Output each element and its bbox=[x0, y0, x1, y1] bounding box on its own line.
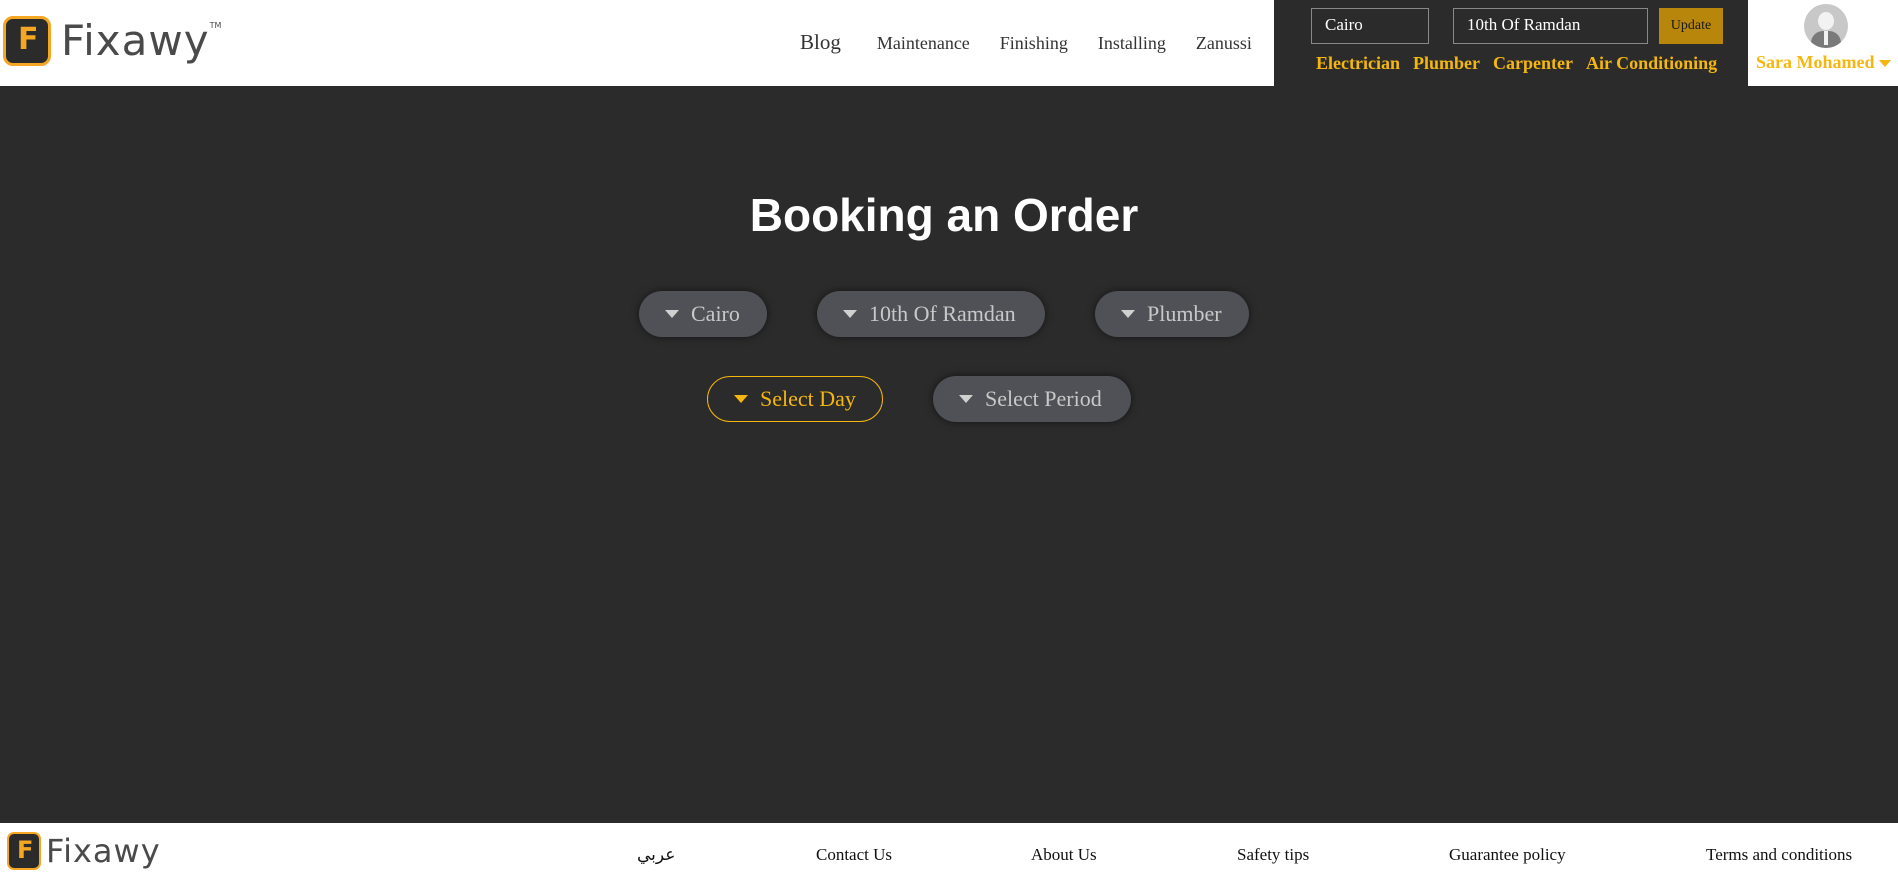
city-dropdown[interactable]: Cairo bbox=[639, 291, 767, 337]
nav-blog[interactable]: Blog bbox=[800, 30, 841, 55]
service-categories: Electrician Plumber Carpenter Air Condit… bbox=[1316, 53, 1730, 74]
footer-link-arabic[interactable]: عربي bbox=[637, 845, 675, 865]
update-button[interactable]: Update bbox=[1659, 8, 1723, 44]
footer-link-about[interactable]: About Us bbox=[1031, 845, 1097, 865]
nav-maintenance[interactable]: Maintenance bbox=[877, 33, 970, 54]
logo-icon: F bbox=[3, 16, 51, 66]
caret-down-icon bbox=[843, 310, 857, 318]
user-name-dropdown[interactable]: Sara Mohamed bbox=[1756, 52, 1891, 73]
area-dropdown[interactable]: 10th Of Ramdan bbox=[817, 291, 1045, 337]
brand-logo[interactable]: F Fixawy TM bbox=[3, 16, 221, 66]
footer-link-guarantee[interactable]: Guarantee policy bbox=[1449, 845, 1566, 865]
brand-name: Fixawy bbox=[61, 16, 210, 65]
nav-installing[interactable]: Installing bbox=[1098, 33, 1166, 54]
site-footer: F Fixawy عربي Contact Us About Us Safety… bbox=[0, 823, 1898, 882]
area-dropdown-label: 10th Of Ramdan bbox=[869, 301, 1016, 326]
footer-link-contact[interactable]: Contact Us bbox=[816, 845, 892, 865]
user-name: Sara Mohamed bbox=[1756, 52, 1875, 72]
footer-link-safety[interactable]: Safety tips bbox=[1237, 845, 1309, 865]
logo-icon: F bbox=[7, 832, 41, 870]
avatar[interactable] bbox=[1804, 4, 1848, 48]
caret-down-icon bbox=[1121, 310, 1135, 318]
category-air-conditioning[interactable]: Air Conditioning bbox=[1586, 53, 1717, 74]
footer-brand-name: Fixawy bbox=[46, 832, 161, 870]
nav-finishing[interactable]: Finishing bbox=[1000, 33, 1068, 54]
area-select[interactable]: 10th Of Ramdan bbox=[1453, 8, 1648, 44]
user-menu[interactable]: Sara Mohamed bbox=[1748, 0, 1898, 86]
day-dropdown-label: Select Day bbox=[760, 386, 856, 411]
chevron-down-icon bbox=[1878, 60, 1891, 68]
location-bar: Cairo 10th Of Ramdan Update Electrician … bbox=[1274, 0, 1748, 86]
footer-logo[interactable]: F Fixawy bbox=[7, 832, 161, 870]
caret-down-icon bbox=[734, 395, 748, 403]
footer-link-terms[interactable]: Terms and conditions bbox=[1706, 845, 1852, 865]
day-dropdown[interactable]: Select Day bbox=[707, 376, 883, 422]
category-plumber[interactable]: Plumber bbox=[1413, 53, 1480, 74]
trademark-mark: TM bbox=[209, 20, 222, 30]
service-dropdown[interactable]: Plumber bbox=[1095, 291, 1249, 337]
caret-down-icon bbox=[959, 395, 973, 403]
period-dropdown[interactable]: Select Period bbox=[933, 376, 1131, 422]
city-dropdown-label: Cairo bbox=[691, 301, 740, 326]
service-dropdown-label: Plumber bbox=[1147, 301, 1222, 326]
city-select[interactable]: Cairo bbox=[1311, 8, 1429, 44]
main-nav: Blog Maintenance Finishing Installing Za… bbox=[800, 30, 1282, 55]
period-dropdown-label: Select Period bbox=[985, 386, 1102, 411]
category-electrician[interactable]: Electrician bbox=[1316, 53, 1400, 74]
page-title: Booking an Order bbox=[749, 189, 1139, 241]
caret-down-icon bbox=[665, 310, 679, 318]
nav-zanussi[interactable]: Zanussi bbox=[1196, 33, 1252, 54]
category-carpenter[interactable]: Carpenter bbox=[1493, 53, 1573, 74]
